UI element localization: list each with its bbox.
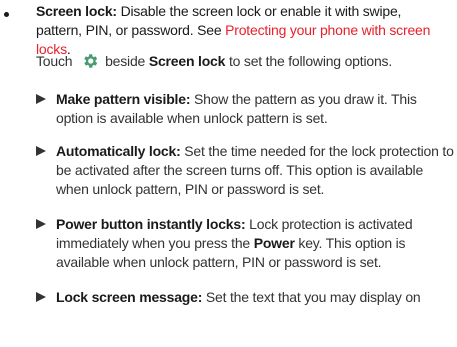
option-text: Make pattern visible: Show the pattern a…: [56, 90, 456, 128]
option-title: Make pattern visible:: [56, 91, 191, 107]
option-title: Lock screen message:: [56, 289, 203, 305]
gear-icon: [81, 52, 99, 75]
manual-page: Screen lock: Disable the screen lock or …: [0, 0, 457, 347]
screen-lock-title: Screen lock:: [36, 3, 117, 19]
bullet-dot: [4, 12, 9, 17]
option-text: Automatically lock: Set the time needed …: [56, 142, 456, 199]
screen-lock-description: Screen lock: Disable the screen lock or …: [36, 2, 446, 59]
arrow-bullet-icon: [36, 146, 46, 156]
option-title: Power button instantly locks:: [56, 216, 246, 232]
option-text: Power button instantly locks: Lock prote…: [56, 215, 456, 272]
touch-instruction: Touch beside Screen lock to set the foll…: [36, 52, 456, 75]
option-title: Automatically lock:: [56, 143, 181, 159]
touch-suffix: to set the following options.: [228, 53, 393, 69]
touch-middle: beside: [105, 53, 146, 69]
touch-target: Screen lock: [148, 53, 226, 69]
arrow-bullet-icon: [36, 94, 46, 104]
option-description: Set the text that you may display on: [202, 289, 421, 305]
arrow-bullet-icon: [36, 292, 46, 302]
touch-prefix: Touch: [36, 53, 73, 69]
arrow-bullet-icon: [36, 219, 46, 229]
power-key-label: Power: [253, 235, 295, 251]
option-text: Lock screen message: Set the text that y…: [56, 288, 456, 307]
